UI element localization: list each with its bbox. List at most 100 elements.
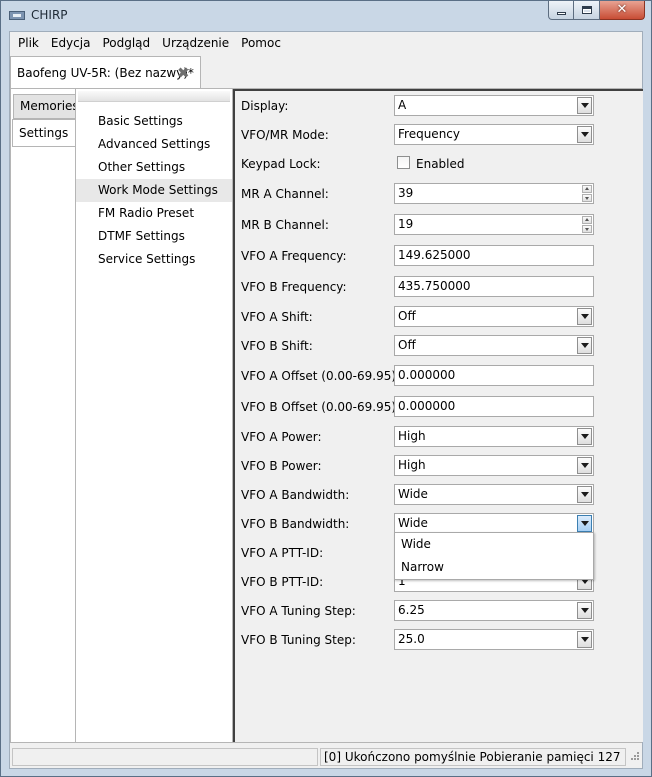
spin-up-icon[interactable] <box>582 216 592 224</box>
menu-plik[interactable]: Plik <box>12 33 45 53</box>
chevron-down-icon[interactable] <box>577 457 592 474</box>
chevron-down-icon[interactable] <box>577 602 592 619</box>
menu-pomoc[interactable]: Pomoc <box>235 33 287 53</box>
row-vfo-mr-mode: VFO/MR Mode: Frequency <box>235 124 643 146</box>
close-tab-icon[interactable]: ✖ <box>177 64 190 82</box>
document-tab-label: Baofeng UV-5R: (Bez nazwy)* <box>17 66 194 80</box>
tree-item-fm-radio-preset[interactable]: FM Radio Preset <box>76 202 232 225</box>
vfo-a-shift-select[interactable]: Off <box>394 306 594 327</box>
vfo-b-power-label: VFO B Power: <box>241 459 322 473</box>
row-vfo-b-tuning-step: VFO B Tuning Step: 25.0 <box>235 629 643 651</box>
menu-podglad[interactable]: Podgląd <box>96 33 156 53</box>
vfo-b-tuning-step-value: 25.0 <box>398 632 425 646</box>
vfo-b-bandwidth-value: Wide <box>398 516 428 530</box>
vfo-a-tuning-step-value: 6.25 <box>398 603 425 617</box>
tree-item-work-mode-settings[interactable]: Work Mode Settings <box>76 179 232 202</box>
vfo-b-bandwidth-select[interactable]: Wide <box>394 513 594 534</box>
vfo-b-frequency-input[interactable]: 435.750000 <box>394 276 594 297</box>
tree-list: Basic Settings Advanced Settings Other S… <box>76 110 232 271</box>
tree-item-other-settings[interactable]: Other Settings <box>76 156 232 179</box>
row-vfo-a-offset: VFO A Offset (0.00-69.95): 0.000000 <box>235 365 643 387</box>
close-button[interactable]: ✕ <box>600 1 645 20</box>
chevron-down-icon[interactable] <box>577 308 592 325</box>
vfo-a-shift-value: Off <box>398 309 416 323</box>
menu-edycja[interactable]: Edycja <box>45 33 97 53</box>
mr-b-channel-spinner[interactable]: 19 <box>394 214 594 235</box>
chevron-down-icon[interactable] <box>577 97 592 114</box>
vfo-a-frequency-label: VFO A Frequency: <box>241 249 347 263</box>
tree-item-basic-settings[interactable]: Basic Settings <box>76 110 232 133</box>
vfo-a-power-label: VFO A Power: <box>241 430 322 444</box>
spin-down-icon[interactable] <box>582 225 592 233</box>
vfo-b-bandwidth-dropdown: Wide Narrow <box>394 532 594 580</box>
vfo-b-power-select[interactable]: High <box>394 455 594 476</box>
vfo-b-shift-label: VFO B Shift: <box>241 339 313 353</box>
vfo-a-bandwidth-label: VFO A Bandwidth: <box>241 488 350 502</box>
menu-bar: Plik Edycja Podgląd Urządzenie Pomoc <box>10 32 642 54</box>
row-vfo-a-frequency: VFO A Frequency: 149.625000 <box>235 245 643 267</box>
vfo-a-offset-label: VFO A Offset (0.00-69.95): <box>241 369 401 383</box>
vfo-b-shift-select[interactable]: Off <box>394 335 594 356</box>
tree-item-service-settings[interactable]: Service Settings <box>76 248 232 271</box>
chevron-down-icon[interactable] <box>577 515 592 532</box>
vfo-a-bandwidth-value: Wide <box>398 487 428 501</box>
mr-a-channel-spinner[interactable]: 39 <box>394 183 594 204</box>
vfo-a-tuning-step-select[interactable]: 6.25 <box>394 600 594 621</box>
vfo-b-bandwidth-label: VFO B Bandwidth: <box>241 517 350 531</box>
vfo-a-bandwidth-select[interactable]: Wide <box>394 484 594 505</box>
tab-settings[interactable]: Settings <box>12 119 76 147</box>
vfo-a-ptt-id-label: VFO A PTT-ID: <box>241 546 324 560</box>
title-bar[interactable]: CHIRP ✕ <box>1 1 651 29</box>
chevron-down-icon[interactable] <box>577 631 592 648</box>
maximize-button[interactable] <box>574 1 600 20</box>
row-vfo-a-tuning-step: VFO A Tuning Step: 6.25 <box>235 600 643 622</box>
tab-memories[interactable]: Memories <box>13 94 79 119</box>
display-select[interactable]: A <box>394 95 594 116</box>
vfo-b-tuning-step-select[interactable]: 25.0 <box>394 629 594 650</box>
row-vfo-b-power: VFO B Power: High <box>235 455 643 477</box>
vfo-a-offset-input[interactable]: 0.000000 <box>394 365 594 386</box>
tree-item-dtmf-settings[interactable]: DTMF Settings <box>76 225 232 248</box>
vfo-b-offset-input[interactable]: 0.000000 <box>394 396 594 417</box>
menu-urzadzenie[interactable]: Urządzenie <box>156 33 235 53</box>
mr-a-channel-label: MR A Channel: <box>241 187 329 201</box>
chevron-down-icon[interactable] <box>577 428 592 445</box>
chevron-down-icon[interactable] <box>577 486 592 503</box>
row-mr-a-channel: MR A Channel: 39 <box>235 183 643 205</box>
vfo-a-frequency-input[interactable]: 149.625000 <box>394 245 594 266</box>
tree-header <box>78 91 230 102</box>
vfo-mr-mode-value: Frequency <box>398 127 460 141</box>
window-title: CHIRP <box>31 8 68 22</box>
document-tab[interactable]: Baofeng UV-5R: (Bez nazwy)* ✖ <box>10 56 201 89</box>
vfo-b-ptt-id-label: VFO B PTT-ID: <box>241 575 324 589</box>
row-vfo-a-bandwidth: VFO A Bandwidth: Wide <box>235 484 643 506</box>
keypad-lock-label: Keypad Lock: <box>241 157 321 171</box>
keypad-lock-checkbox[interactable] <box>397 156 410 169</box>
status-message: [0] Ukończono pomyślnie Pobieranie pamię… <box>320 748 626 766</box>
row-vfo-b-frequency: VFO B Frequency: 435.750000 <box>235 276 643 298</box>
maximize-icon <box>582 6 592 14</box>
row-vfo-b-shift: VFO B Shift: Off <box>235 335 643 357</box>
vfo-mr-mode-select[interactable]: Frequency <box>394 124 594 145</box>
row-vfo-b-offset: VFO B Offset (0.00-69.95): 0.000000 <box>235 396 643 418</box>
vfo-a-shift-label: VFO A Shift: <box>241 310 313 324</box>
minimize-button[interactable] <box>548 1 574 20</box>
close-icon: ✕ <box>616 2 628 17</box>
client-area: Plik Edycja Podgląd Urządzenie Pomoc Bao… <box>9 31 643 769</box>
keypad-lock-enabled-label[interactable]: Enabled <box>416 157 465 171</box>
row-vfo-a-shift: VFO A Shift: Off <box>235 306 643 328</box>
resize-grip-icon[interactable] <box>628 752 640 764</box>
minimize-icon <box>557 12 566 15</box>
vfo-a-tuning-step-label: VFO A Tuning Step: <box>241 604 356 618</box>
spin-down-icon[interactable] <box>582 194 592 202</box>
chevron-down-icon[interactable] <box>577 126 592 143</box>
vfo-a-power-select[interactable]: High <box>394 426 594 447</box>
chevron-down-icon[interactable] <box>577 337 592 354</box>
spin-buttons <box>582 185 592 202</box>
dropdown-option-narrow[interactable]: Narrow <box>395 556 593 579</box>
tree-item-advanced-settings[interactable]: Advanced Settings <box>76 133 232 156</box>
vfo-a-power-value: High <box>398 429 426 443</box>
vfo-b-tuning-step-label: VFO B Tuning Step: <box>241 633 356 647</box>
spin-up-icon[interactable] <box>582 185 592 193</box>
dropdown-option-wide[interactable]: Wide <box>395 533 593 556</box>
